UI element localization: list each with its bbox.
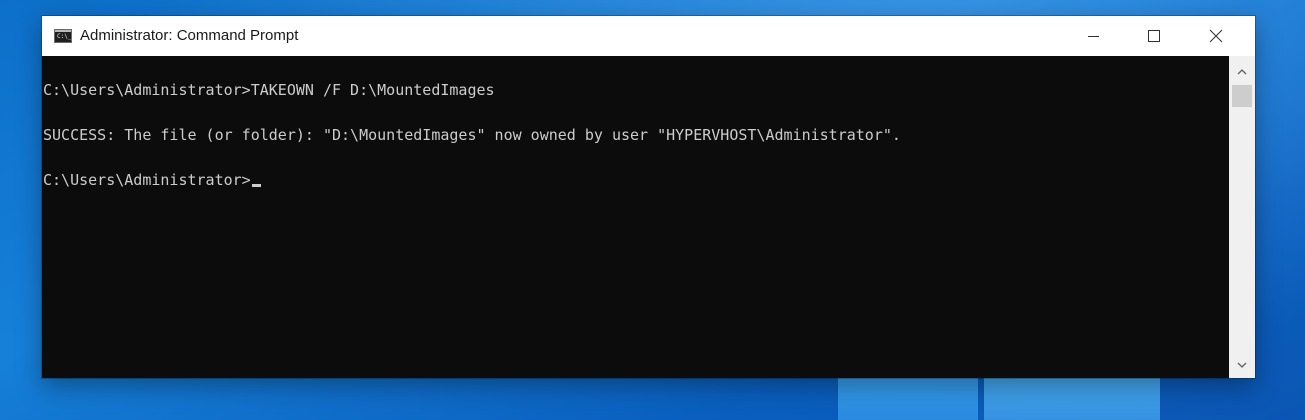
minimize-button[interactable] [1070, 16, 1116, 56]
scroll-thumb[interactable] [1232, 85, 1252, 107]
console-line: SUCCESS: The file (or folder): "D:\Mount… [43, 126, 901, 144]
maximize-icon [1148, 30, 1160, 42]
console-prompt-line[interactable]: C:\Users\Administrator> [43, 171, 261, 189]
close-icon [1209, 29, 1223, 43]
prompt-text: C:\Users\Administrator> [43, 171, 251, 189]
maximize-button[interactable] [1131, 16, 1177, 56]
close-button[interactable] [1193, 16, 1239, 56]
scroll-down-button[interactable] [1229, 354, 1255, 376]
chevron-up-icon [1237, 68, 1247, 74]
console-line: C:\Users\Administrator>TAKEOWN /F D:\Mou… [43, 81, 495, 99]
command-prompt-window[interactable]: C:\_ Administrator: Command Prompt C:\Us… [42, 16, 1255, 378]
vertical-scrollbar[interactable] [1229, 56, 1255, 378]
console-output[interactable]: C:\Users\Administrator>TAKEOWN /F D:\Mou… [42, 56, 1229, 378]
wallpaper-window-pane-right [984, 378, 1160, 420]
text-cursor [251, 184, 261, 187]
chevron-down-icon [1237, 362, 1247, 368]
title-bar[interactable]: C:\_ Administrator: Command Prompt [42, 16, 1255, 56]
window-title: Administrator: Command Prompt [80, 27, 299, 44]
minimize-icon [1087, 35, 1099, 37]
cmd-icon[interactable]: C:\_ [54, 29, 72, 43]
scroll-up-button[interactable] [1229, 60, 1255, 82]
cmd-icon-text: C:\_ [57, 33, 72, 40]
wallpaper-window-pane-left [838, 378, 978, 420]
